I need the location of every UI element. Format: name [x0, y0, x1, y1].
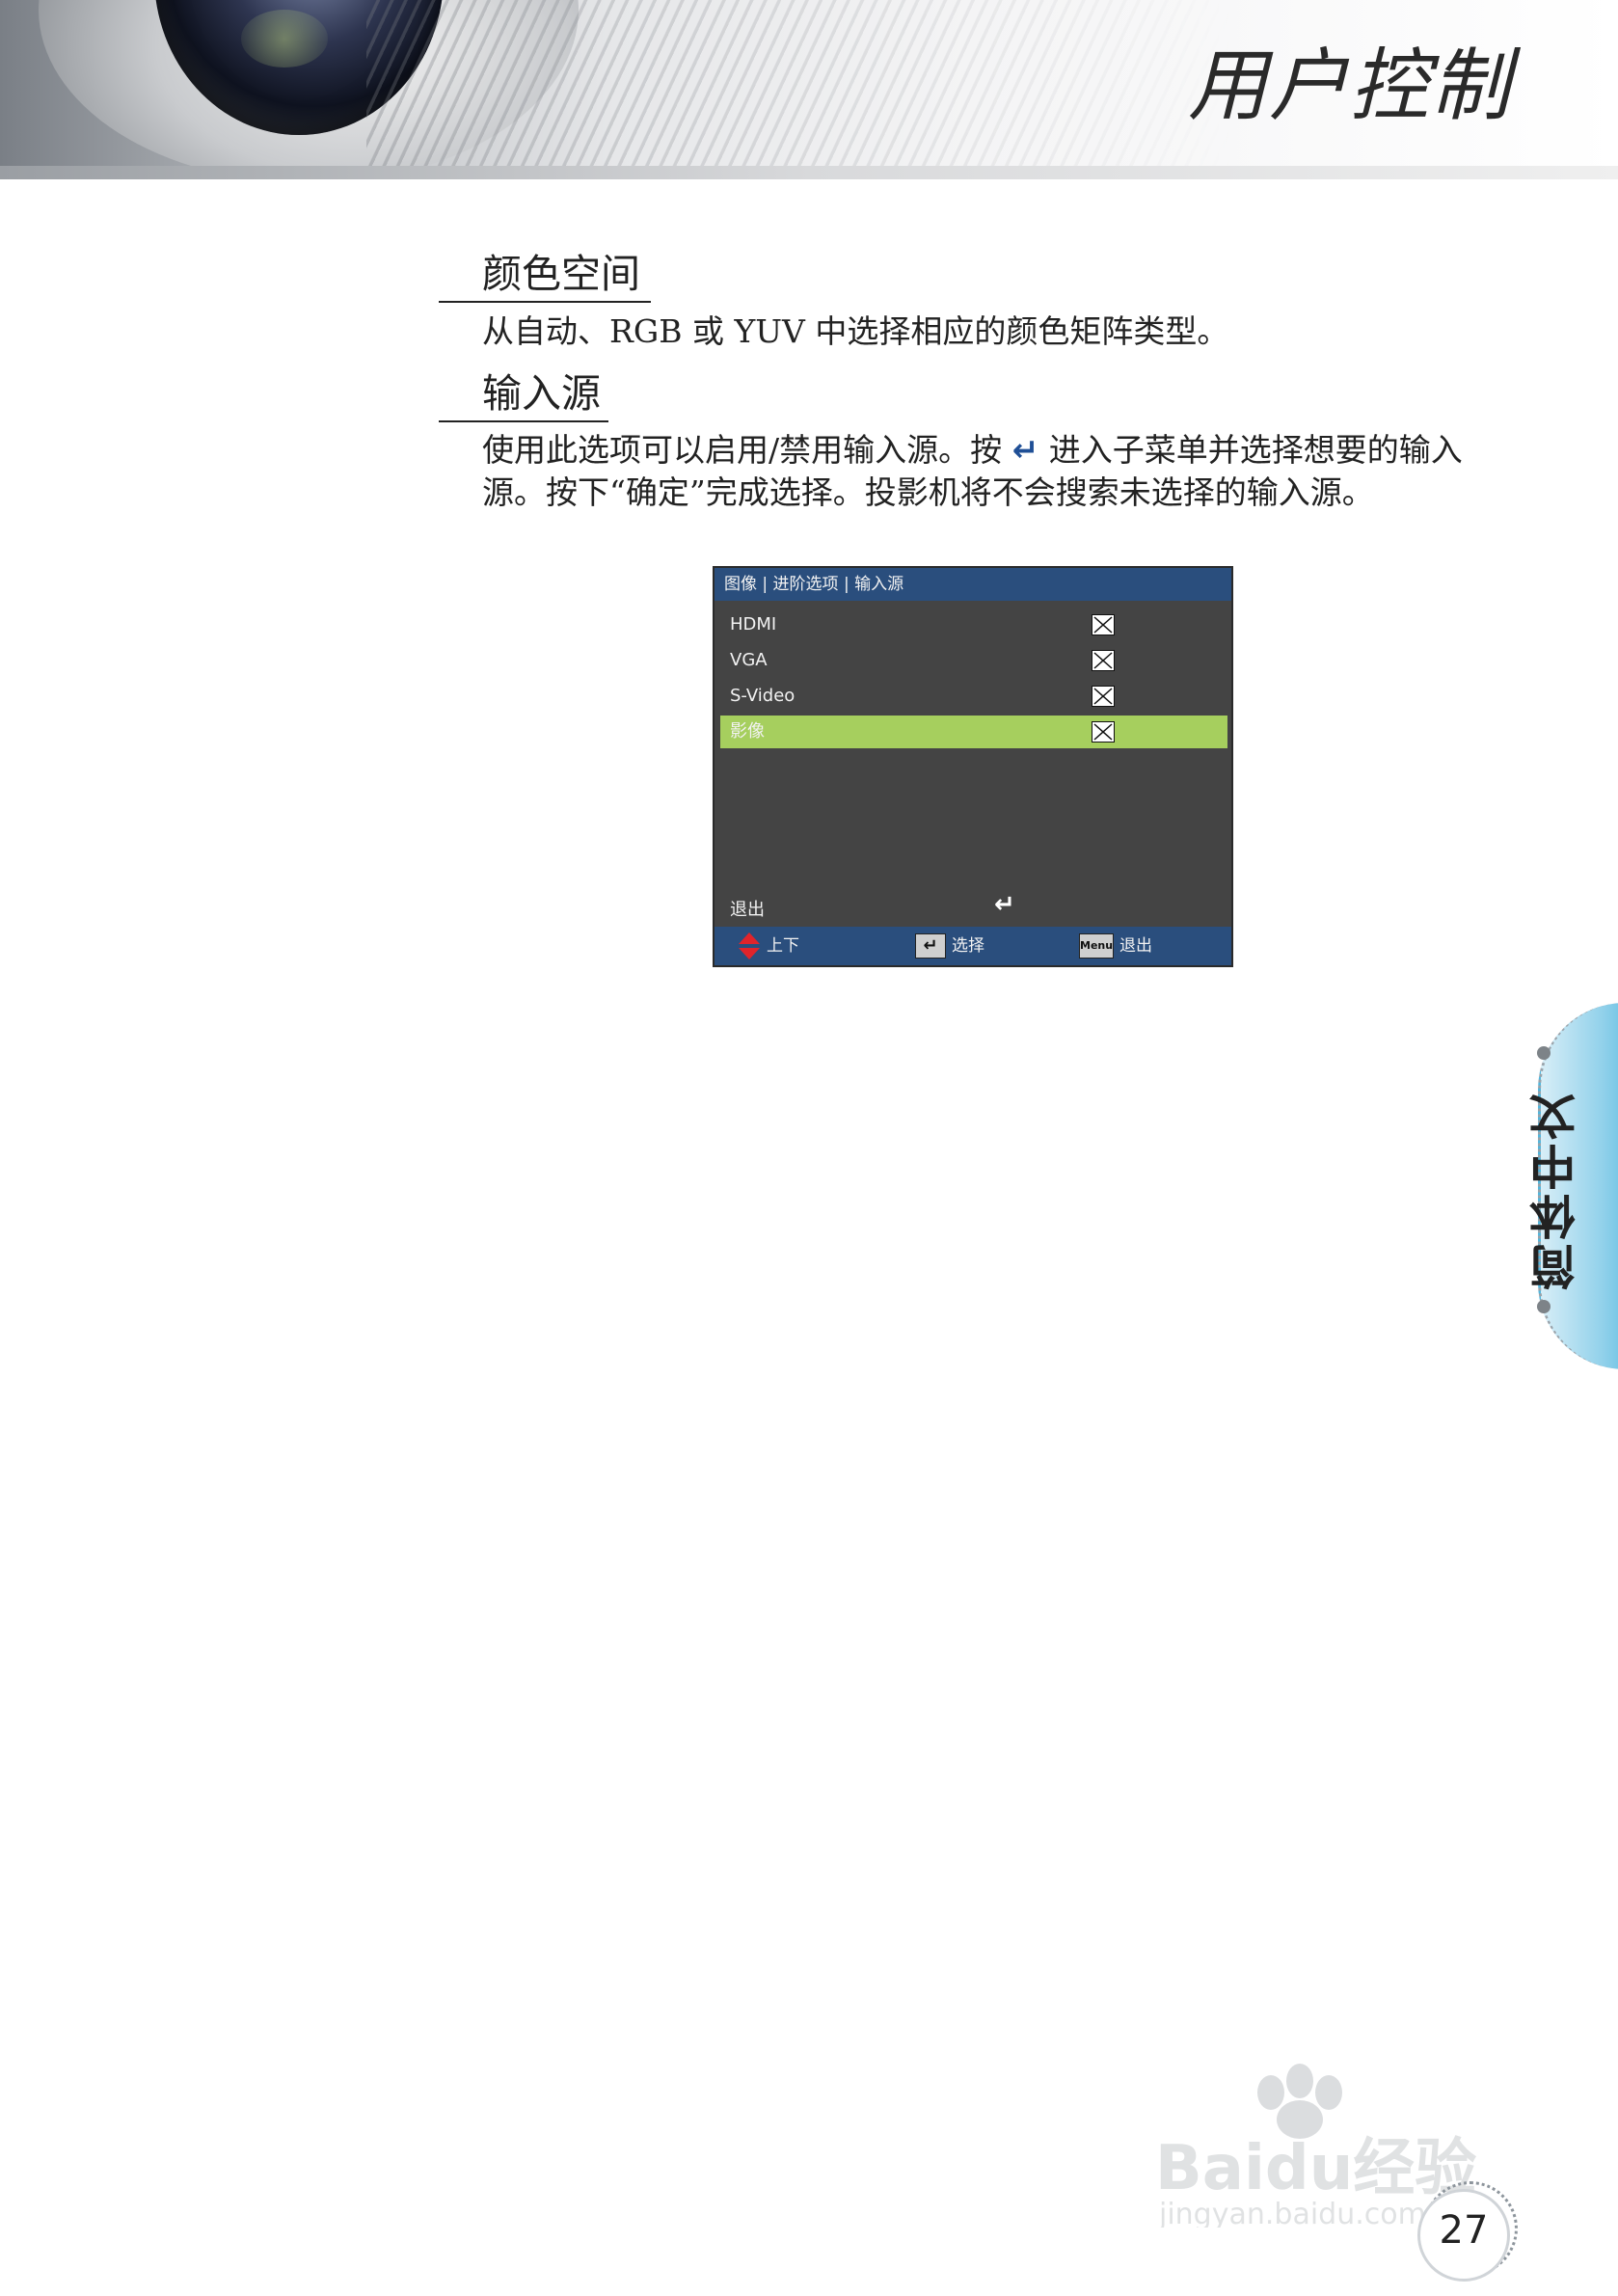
up-down-arrow-icon [739, 932, 760, 959]
osd-footer: 上下 ↵ 选择 Menu 退出 [715, 927, 1231, 965]
enter-icon: ↵ [1011, 431, 1039, 469]
osd-item-label: VGA [730, 650, 768, 670]
section-title-input-source: 输入源 [439, 361, 608, 422]
watermark-url: jingyan.baidu.com [1158, 2198, 1426, 2228]
footer-updown-label: 上下 [767, 936, 799, 956]
section-title-color-space: 颜色空间 [439, 241, 651, 303]
checkbox-icon[interactable] [1092, 721, 1115, 743]
tab-dot [1537, 1046, 1551, 1060]
header-banner: 用户控制 [0, 0, 1618, 179]
osd-exit-label[interactable]: 退出 [730, 896, 765, 921]
checkbox-icon[interactable] [1092, 686, 1115, 707]
language-label: 简体中文 [1530, 1090, 1584, 1290]
enter-key-icon: ↵ [915, 933, 946, 959]
osd-item-label: HDMI [730, 614, 777, 635]
checkbox-icon[interactable] [1092, 650, 1115, 671]
text-before-icon: 使用此选项可以启用/禁用输入源。按 [482, 431, 1012, 469]
menu-key-icon: Menu [1079, 933, 1114, 959]
section-text-input-source: 使用此选项可以启用/禁用输入源。按 ↵ 进入子菜单并选择想要的输入源。按下“确定… [482, 429, 1504, 514]
osd-item-label: 影像 [730, 721, 765, 742]
watermark-brand: Baidu经验 [1155, 2133, 1476, 2204]
osd-item-hdmi[interactable]: HDMI [720, 608, 1227, 641]
banner-rays [366, 0, 1234, 179]
footer-select: ↵ 选择 [915, 927, 984, 965]
osd-item-video[interactable]: 影像 [720, 716, 1227, 748]
osd-menu: 图像 | 进阶选项 | 输入源 HDMI VGA S-Video 影像 退出 ↵… [713, 566, 1233, 967]
osd-item-s-video[interactable]: S-Video [720, 680, 1227, 713]
footer-exit: Menu 退出 [1079, 927, 1152, 965]
page-number: 27 [1439, 2208, 1489, 2253]
chapter-title: 用户控制 [1188, 41, 1512, 132]
osd-item-label: S-Video [730, 686, 796, 706]
footer-updown: 上下 [738, 927, 799, 965]
osd-breadcrumb: 图像 | 进阶选项 | 输入源 [715, 568, 1231, 601]
enter-icon: ↵ [994, 890, 1015, 919]
section-text-color-space: 从自动、RGB 或 YUV 中选择相应的颜色矩阵类型。 [482, 312, 1229, 350]
footer-select-label: 选择 [952, 936, 984, 956]
lens-glint [241, 10, 328, 68]
banner-divider [0, 166, 1618, 179]
checkbox-icon[interactable] [1092, 614, 1115, 635]
tab-dot [1537, 1300, 1551, 1313]
footer-exit-label: 退出 [1119, 936, 1152, 956]
osd-item-vga[interactable]: VGA [720, 644, 1227, 677]
